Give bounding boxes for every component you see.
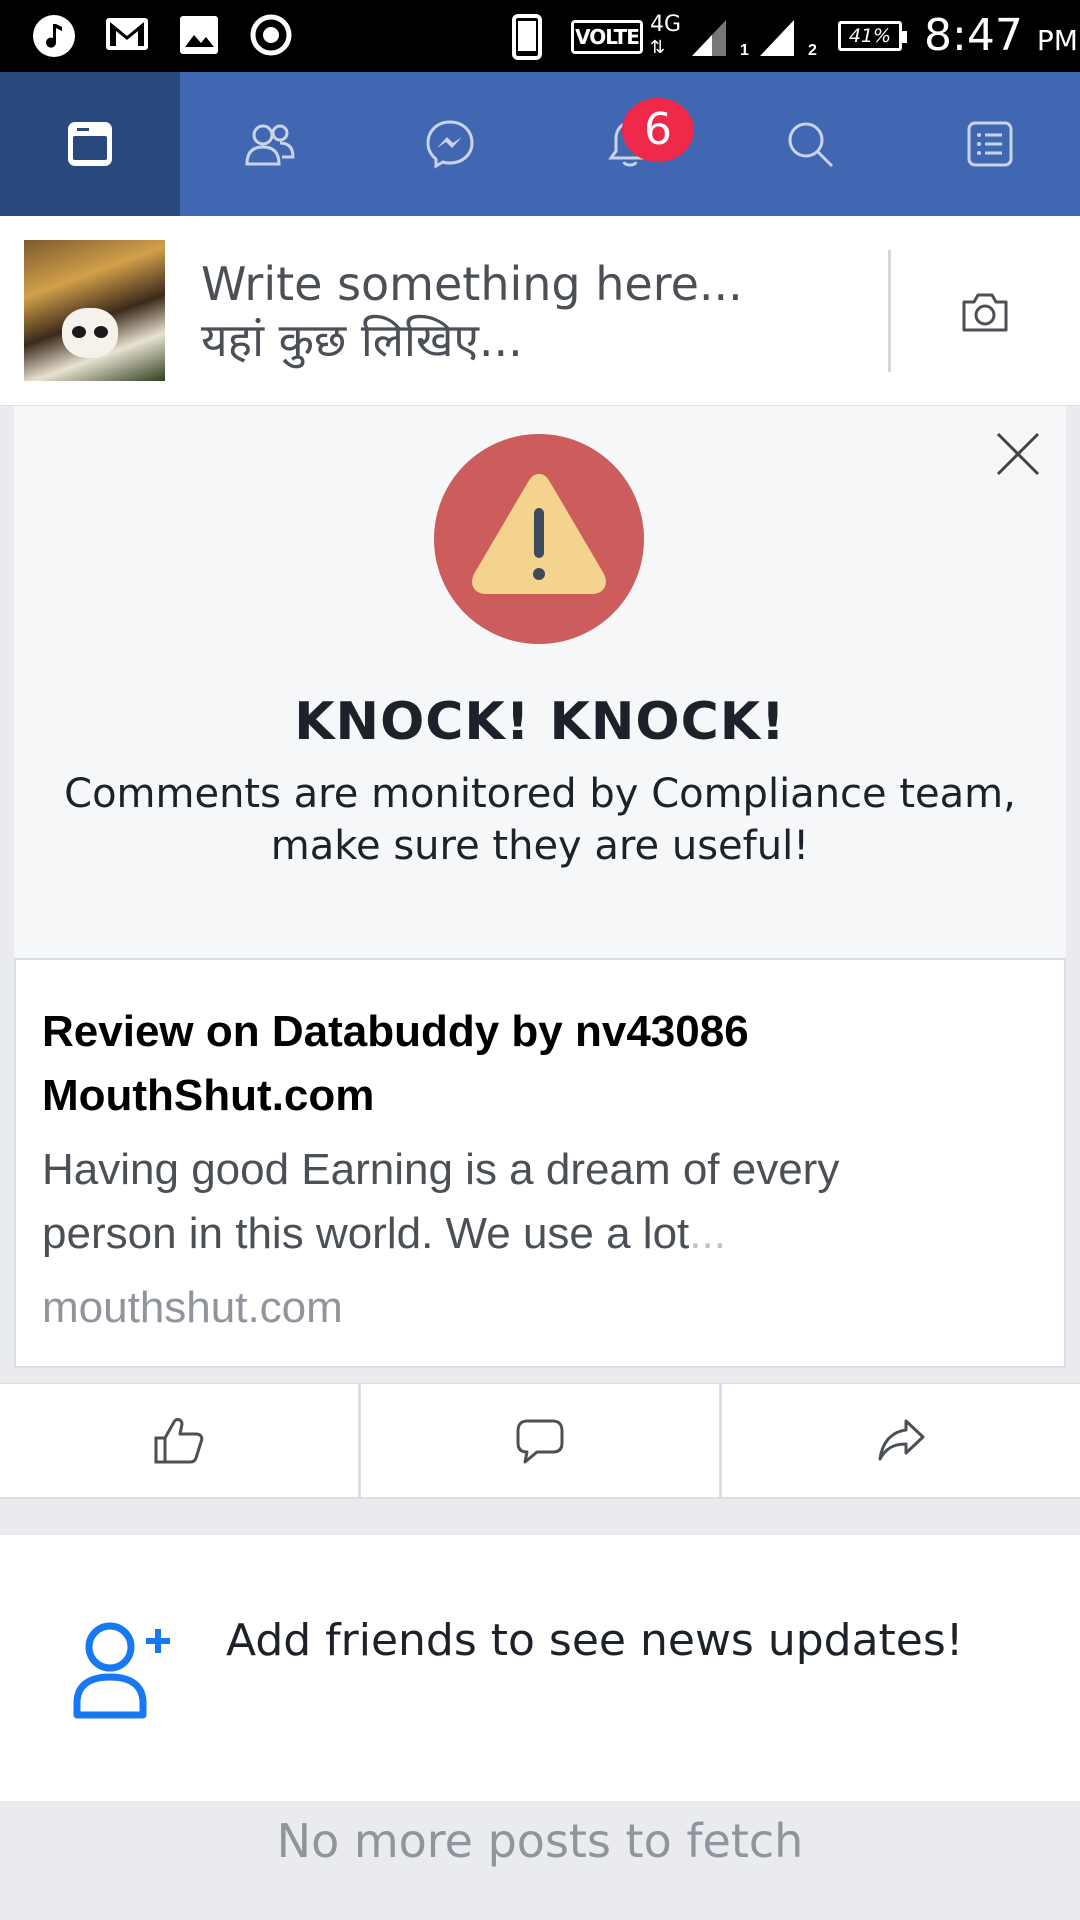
link-title-line-1: Review on Databuddy by nv43086 — [42, 1007, 749, 1056]
tab-friends[interactable] — [180, 72, 360, 216]
add-friends-prompt[interactable]: Add friends to see news updates! — [0, 1535, 1080, 1801]
warning-icon — [472, 474, 606, 594]
battery-indicator: 41% — [838, 21, 907, 51]
no-more-posts-message: No more posts to fetch — [0, 1801, 1080, 1920]
comment-button[interactable] — [361, 1384, 722, 1497]
share-icon — [878, 1419, 925, 1460]
volte-badge: VOLTE — [571, 20, 643, 54]
link-domain: mouthshut.com — [42, 1283, 343, 1332]
close-button[interactable] — [988, 424, 1048, 484]
clock: 8:47 PM — [924, 10, 1078, 61]
phone-icon — [512, 14, 542, 60]
notice-line-2: make sure they are useful! — [270, 823, 810, 869]
link-desc-ellipsis: ... — [689, 1209, 726, 1258]
network-type: 4G ⇅ — [650, 12, 682, 59]
top-nav-bar — [0, 72, 1080, 216]
close-icon — [996, 432, 1040, 476]
composer-divider — [888, 250, 891, 372]
comment-icon — [516, 1419, 564, 1463]
gallery-icon — [180, 16, 218, 54]
news-feed-icon — [68, 122, 112, 166]
warning-badge — [434, 434, 644, 644]
camera-icon[interactable] — [960, 290, 1010, 334]
gmail-icon — [106, 18, 148, 50]
compliance-notice: KNOCK! KNOCK! Comments are monitored by … — [14, 406, 1066, 958]
signal-sim2-icon — [760, 20, 794, 56]
link-desc-line-2: person in this world. We use a lot... — [42, 1202, 1042, 1266]
post-composer: Write something here... यहां कुछ लिखिए..… — [0, 216, 1080, 406]
notice-body: Comments are monitored by Compliance tea… — [44, 768, 1036, 872]
link-preview-card[interactable]: Review on Databuddy by nv43086 MouthShut… — [14, 958, 1066, 1368]
tab-search[interactable] — [720, 72, 900, 216]
composer-input[interactable]: Write something here... यहां कुछ लिखिए..… — [201, 256, 743, 368]
like-icon — [154, 1417, 204, 1463]
search-icon — [788, 122, 834, 168]
composer-placeholder-en: Write something here... — [201, 257, 743, 311]
sim2-label: 2 — [808, 42, 817, 59]
notice-line-1: Comments are monitored by Compliance tea… — [64, 771, 1016, 817]
link-description: Having good Earning is a dream of every … — [42, 1138, 1042, 1266]
avatar-panda-image — [62, 308, 118, 358]
like-button[interactable] — [0, 1384, 361, 1497]
record-icon — [250, 14, 292, 56]
link-title: Review on Databuddy by nv43086 MouthShut… — [42, 1000, 1042, 1128]
link-title-line-2: MouthShut.com — [42, 1071, 375, 1120]
signal-sim1-icon — [692, 20, 726, 56]
friends-icon — [245, 124, 295, 166]
menu-list-icon — [967, 121, 1013, 167]
post-action-bar — [0, 1383, 1080, 1499]
tab-messenger[interactable] — [360, 72, 540, 216]
tab-menu[interactable] — [900, 72, 1080, 216]
music-note-icon — [33, 15, 75, 57]
link-desc-line-1: Having good Earning is a dream of every — [42, 1145, 840, 1194]
link-desc-text: person in this world. We use a lot — [42, 1209, 690, 1258]
status-bar: VOLTE 4G ⇅ 1 2 41% 8:47 PM — [0, 0, 1080, 72]
sim1-label: 1 — [740, 42, 749, 59]
avatar[interactable] — [24, 240, 165, 381]
share-button[interactable] — [722, 1384, 1080, 1497]
add-friends-text: Add friends to see news updates! — [226, 1615, 964, 1666]
messenger-icon — [426, 120, 474, 169]
composer-placeholder-hi: यहां कुछ लिखिए... — [201, 313, 523, 367]
add-friend-icon — [73, 1622, 170, 1719]
tab-news-feed[interactable] — [0, 72, 180, 216]
notification-badge[interactable]: 6 — [622, 98, 694, 162]
notice-title: KNOCK! KNOCK! — [294, 692, 786, 752]
